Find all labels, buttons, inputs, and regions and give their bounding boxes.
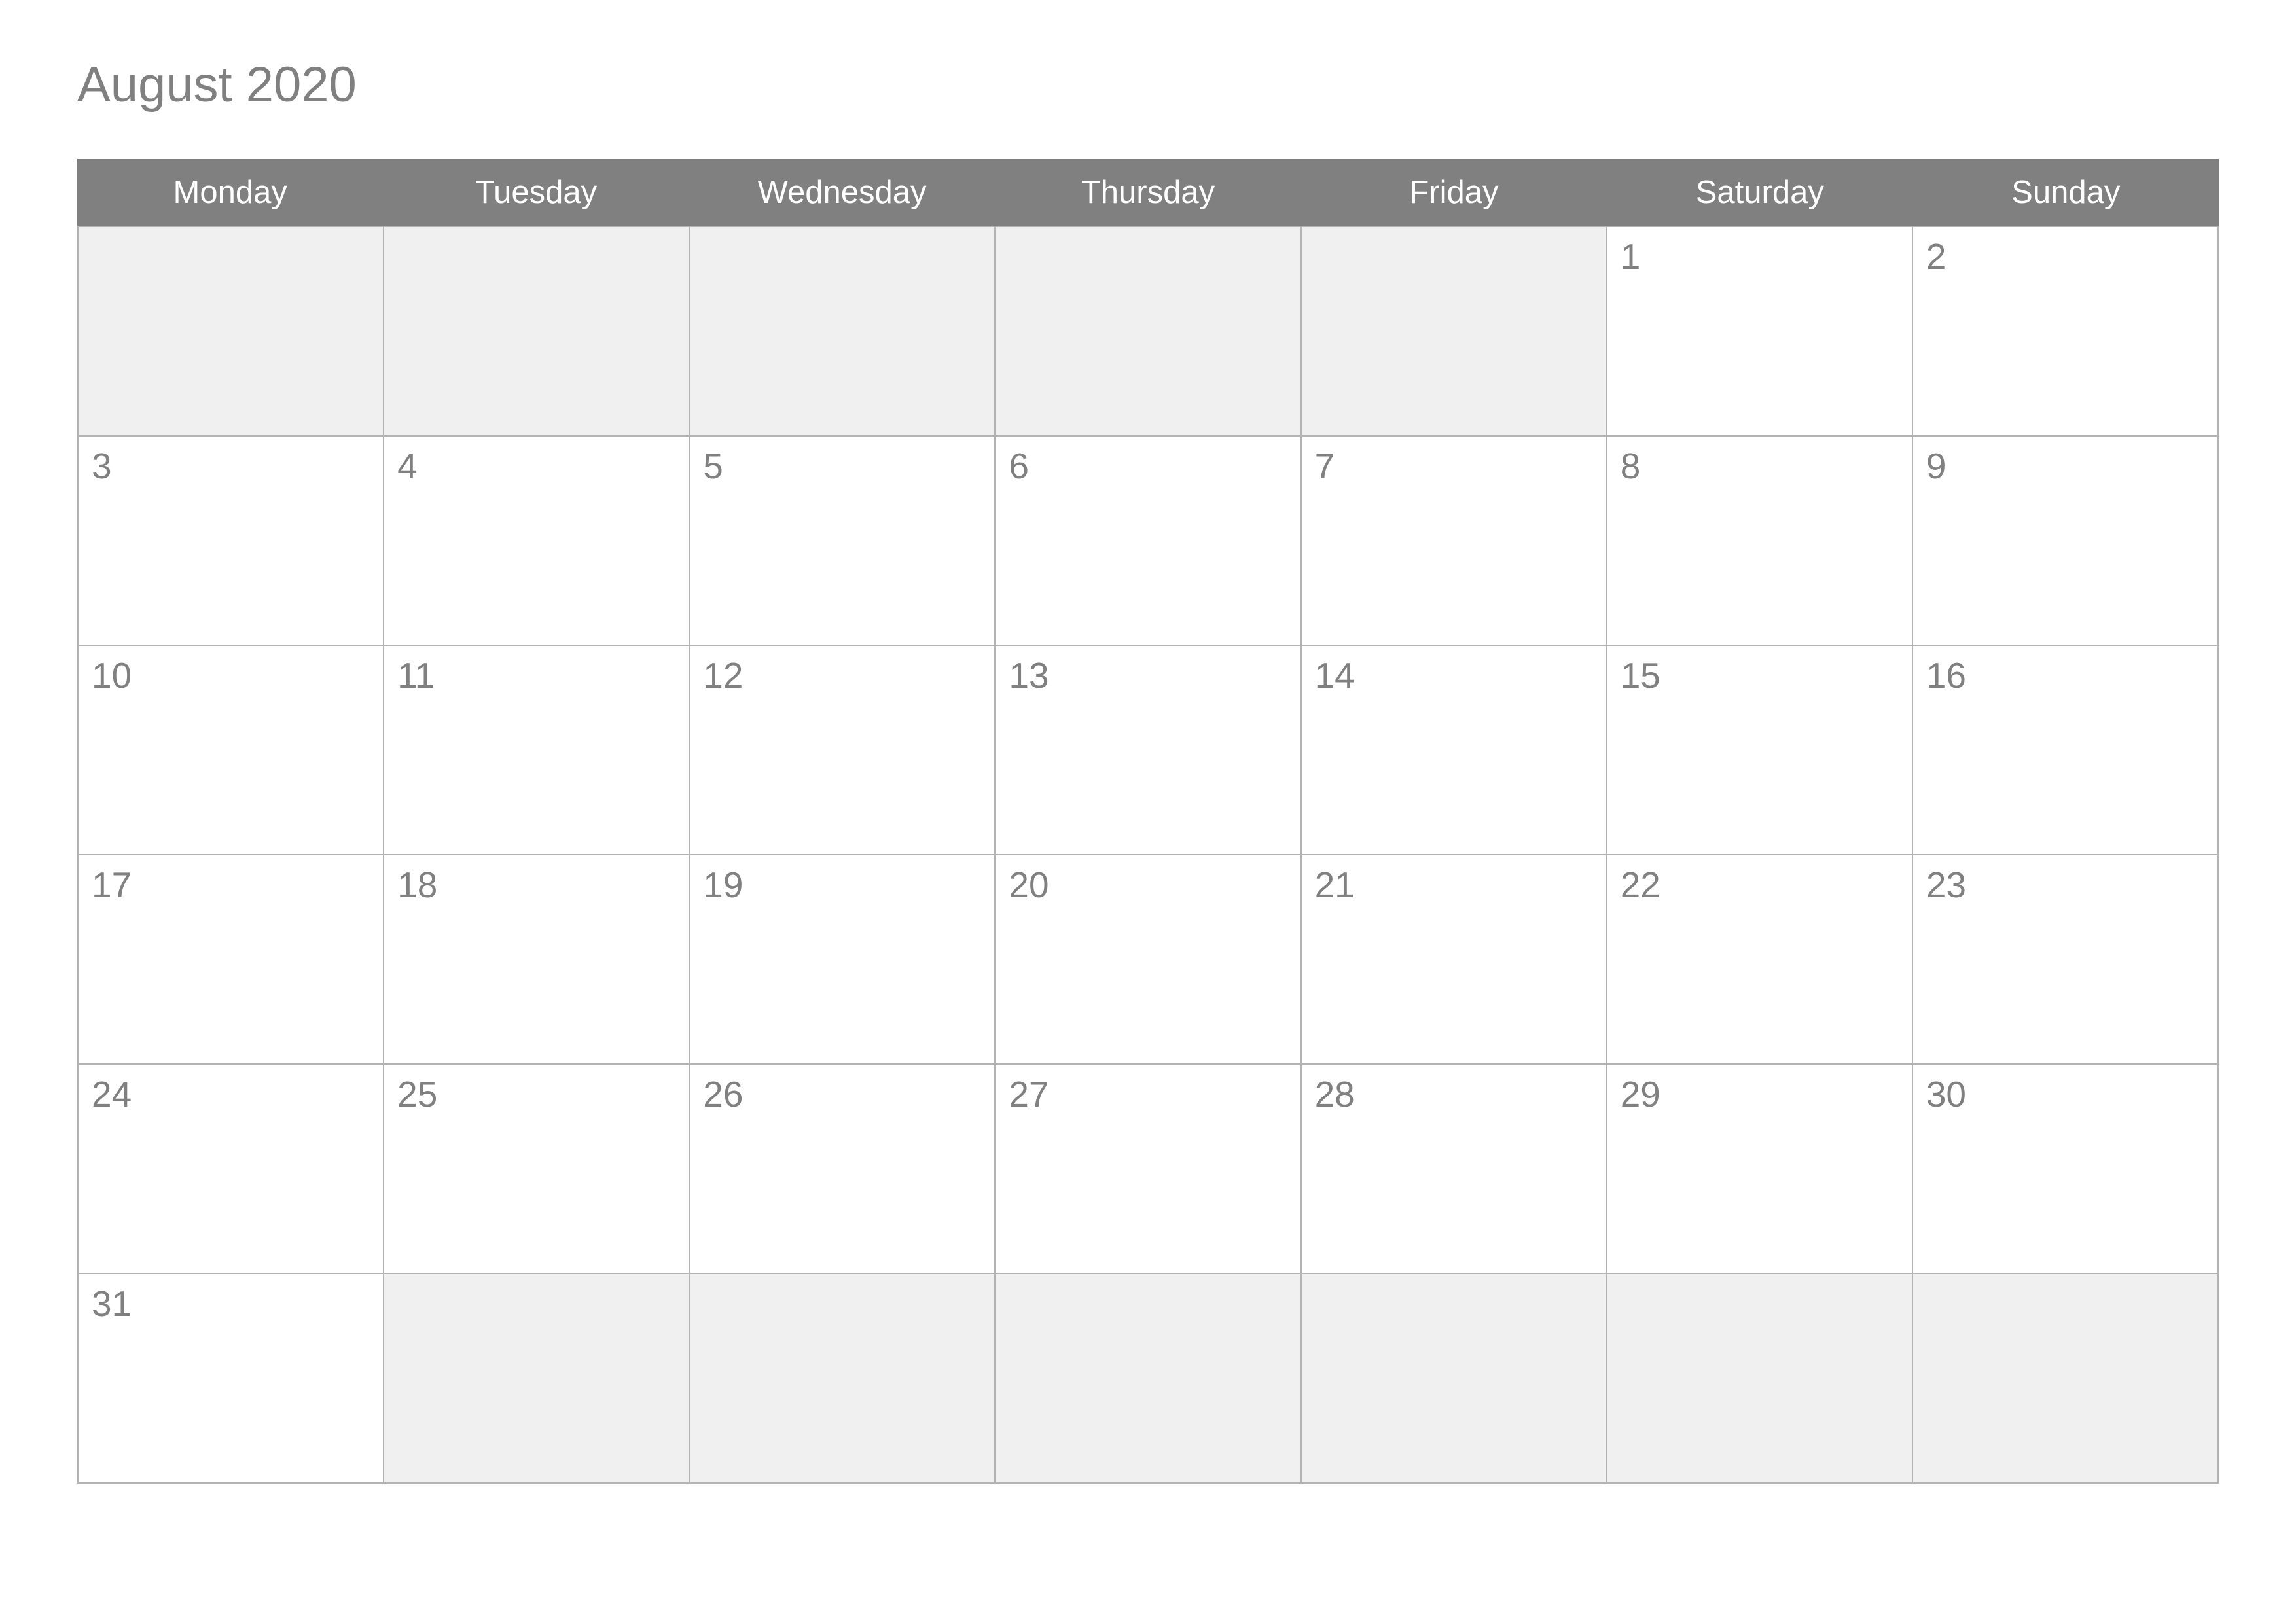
day-cell[interactable]: 1 [1605,226,1913,437]
day-cell[interactable]: 25 [383,1063,691,1274]
day-number: 12 [703,655,744,696]
weekday-header-sunday: Sunday [1913,159,2219,226]
calendar-week-row: 12 [77,226,2219,437]
day-number: 4 [397,446,418,486]
day-cell-empty [77,226,385,437]
day-cell-empty [689,1273,996,1484]
month-calendar: Monday Tuesday Wednesday Thursday Friday Satu… [77,159,2219,1484]
day-cell[interactable]: 3 [77,435,385,646]
day-cell[interactable]: 2 [1911,226,2219,437]
day-number: 10 [92,655,132,696]
weekday-label: Tuesday [475,174,598,210]
day-cell-empty [383,226,691,437]
day-cell-empty [383,1273,691,1484]
calendar-grid: 1 2 3 4 5 6 7 8 9 10 11 12 13 14 15 16 17 18 19 20 21 22 23 24 2… [77,226,2219,1484]
day-cell[interactable]: 14 [1300,645,1607,855]
day-cell[interactable]: 13 [994,645,1302,855]
day-cell[interactable]: 20 [994,854,1302,1065]
day-cell[interactable]: 24 [77,1063,385,1274]
day-cell[interactable]: 23 [1911,854,2219,1065]
calendar-week-row: 17 18 19 20 21 22 23 [77,854,2219,1065]
day-number: 13 [1009,655,1049,696]
day-cell-empty [994,226,1302,437]
day-cell[interactable]: 5 [689,435,996,646]
day-number: 30 [1926,1074,1967,1115]
weekday-header-friday: Friday [1301,159,1607,226]
day-number: 2 [1926,236,1946,277]
day-number: 26 [703,1074,744,1115]
day-cell[interactable]: 30 [1911,1063,2219,1274]
weekday-header-row: Monday Tuesday Wednesday Thursday Friday Satu… [77,159,2219,226]
calendar-week-row: 31 [77,1273,2219,1484]
calendar-week-row: 24 25 26 27 28 29 30 [77,1063,2219,1274]
day-cell[interactable]: 7 [1300,435,1607,646]
day-cell[interactable]: 16 [1911,645,2219,855]
weekday-header-thursday: Thursday [995,159,1300,226]
day-number: 8 [1620,446,1641,486]
day-number: 11 [397,655,435,696]
weekday-header-wednesday: Wednesday [689,159,995,226]
weekday-header-saturday: Saturday [1607,159,1912,226]
day-cell[interactable]: 27 [994,1063,1302,1274]
weekday-header-tuesday: Tuesday [383,159,689,226]
day-cell-empty [1911,1273,2219,1484]
day-number: 1 [1620,236,1641,277]
day-cell[interactable]: 19 [689,854,996,1065]
weekday-label: Friday [1409,174,1499,210]
day-cell[interactable]: 22 [1605,854,1913,1065]
day-cell[interactable]: 31 [77,1273,385,1484]
day-number: 3 [92,446,112,486]
day-number: 14 [1314,655,1355,696]
day-number: 19 [703,865,744,905]
calendar-page: August 2020 Monday Tuesday Wednesday Thursd… [0,0,2296,1623]
day-cell[interactable]: 26 [689,1063,996,1274]
day-cell[interactable]: 18 [383,854,691,1065]
day-number: 9 [1926,446,1946,486]
weekday-label: Sunday [2011,174,2121,210]
weekday-header-monday: Monday [77,159,383,226]
day-number: 31 [92,1283,132,1324]
day-cell[interactable]: 8 [1605,435,1913,646]
day-number: 29 [1620,1074,1660,1115]
day-number: 24 [92,1074,132,1115]
day-number: 17 [92,865,132,905]
day-cell[interactable]: 4 [383,435,691,646]
day-number: 22 [1620,865,1660,905]
day-cell[interactable]: 6 [994,435,1302,646]
day-number: 27 [1009,1074,1049,1115]
day-number: 6 [1009,446,1030,486]
page-title: August 2020 [77,57,357,113]
day-cell-empty [689,226,996,437]
calendar-week-row: 10 11 12 13 14 15 16 [77,645,2219,855]
day-number: 21 [1314,865,1355,905]
day-number: 5 [703,446,723,486]
day-number: 23 [1926,865,1967,905]
day-cell-empty [994,1273,1302,1484]
day-cell[interactable]: 29 [1605,1063,1913,1274]
day-cell[interactable]: 15 [1605,645,1913,855]
day-cell[interactable]: 9 [1911,435,2219,646]
day-cell-empty [1300,226,1607,437]
day-number: 18 [397,865,438,905]
day-number: 20 [1009,865,1049,905]
calendar-grid-body: 1 2 3 4 5 6 7 8 9 10 11 12 13 14 15 16 17 18 19 20 21 22 23 24 2… [77,226,2219,1484]
day-number: 7 [1314,446,1335,486]
day-number: 28 [1314,1074,1355,1115]
day-cell[interactable]: 12 [689,645,996,855]
weekday-label: Monday [173,174,287,210]
day-cell-empty [1605,1273,1913,1484]
day-number: 15 [1620,655,1660,696]
day-cell[interactable]: 28 [1300,1063,1607,1274]
calendar-week-row: 3 4 5 6 7 8 9 [77,435,2219,646]
weekday-label: Thursday [1081,174,1215,210]
day-cell[interactable]: 21 [1300,854,1607,1065]
weekday-label: Wednesday [757,174,927,210]
day-number: 16 [1926,655,1967,696]
day-cell[interactable]: 11 [383,645,691,855]
day-cell[interactable]: 10 [77,645,385,855]
day-cell[interactable]: 17 [77,854,385,1065]
day-number: 25 [397,1074,438,1115]
weekday-label: Saturday [1695,174,1824,210]
day-cell-empty [1300,1273,1607,1484]
